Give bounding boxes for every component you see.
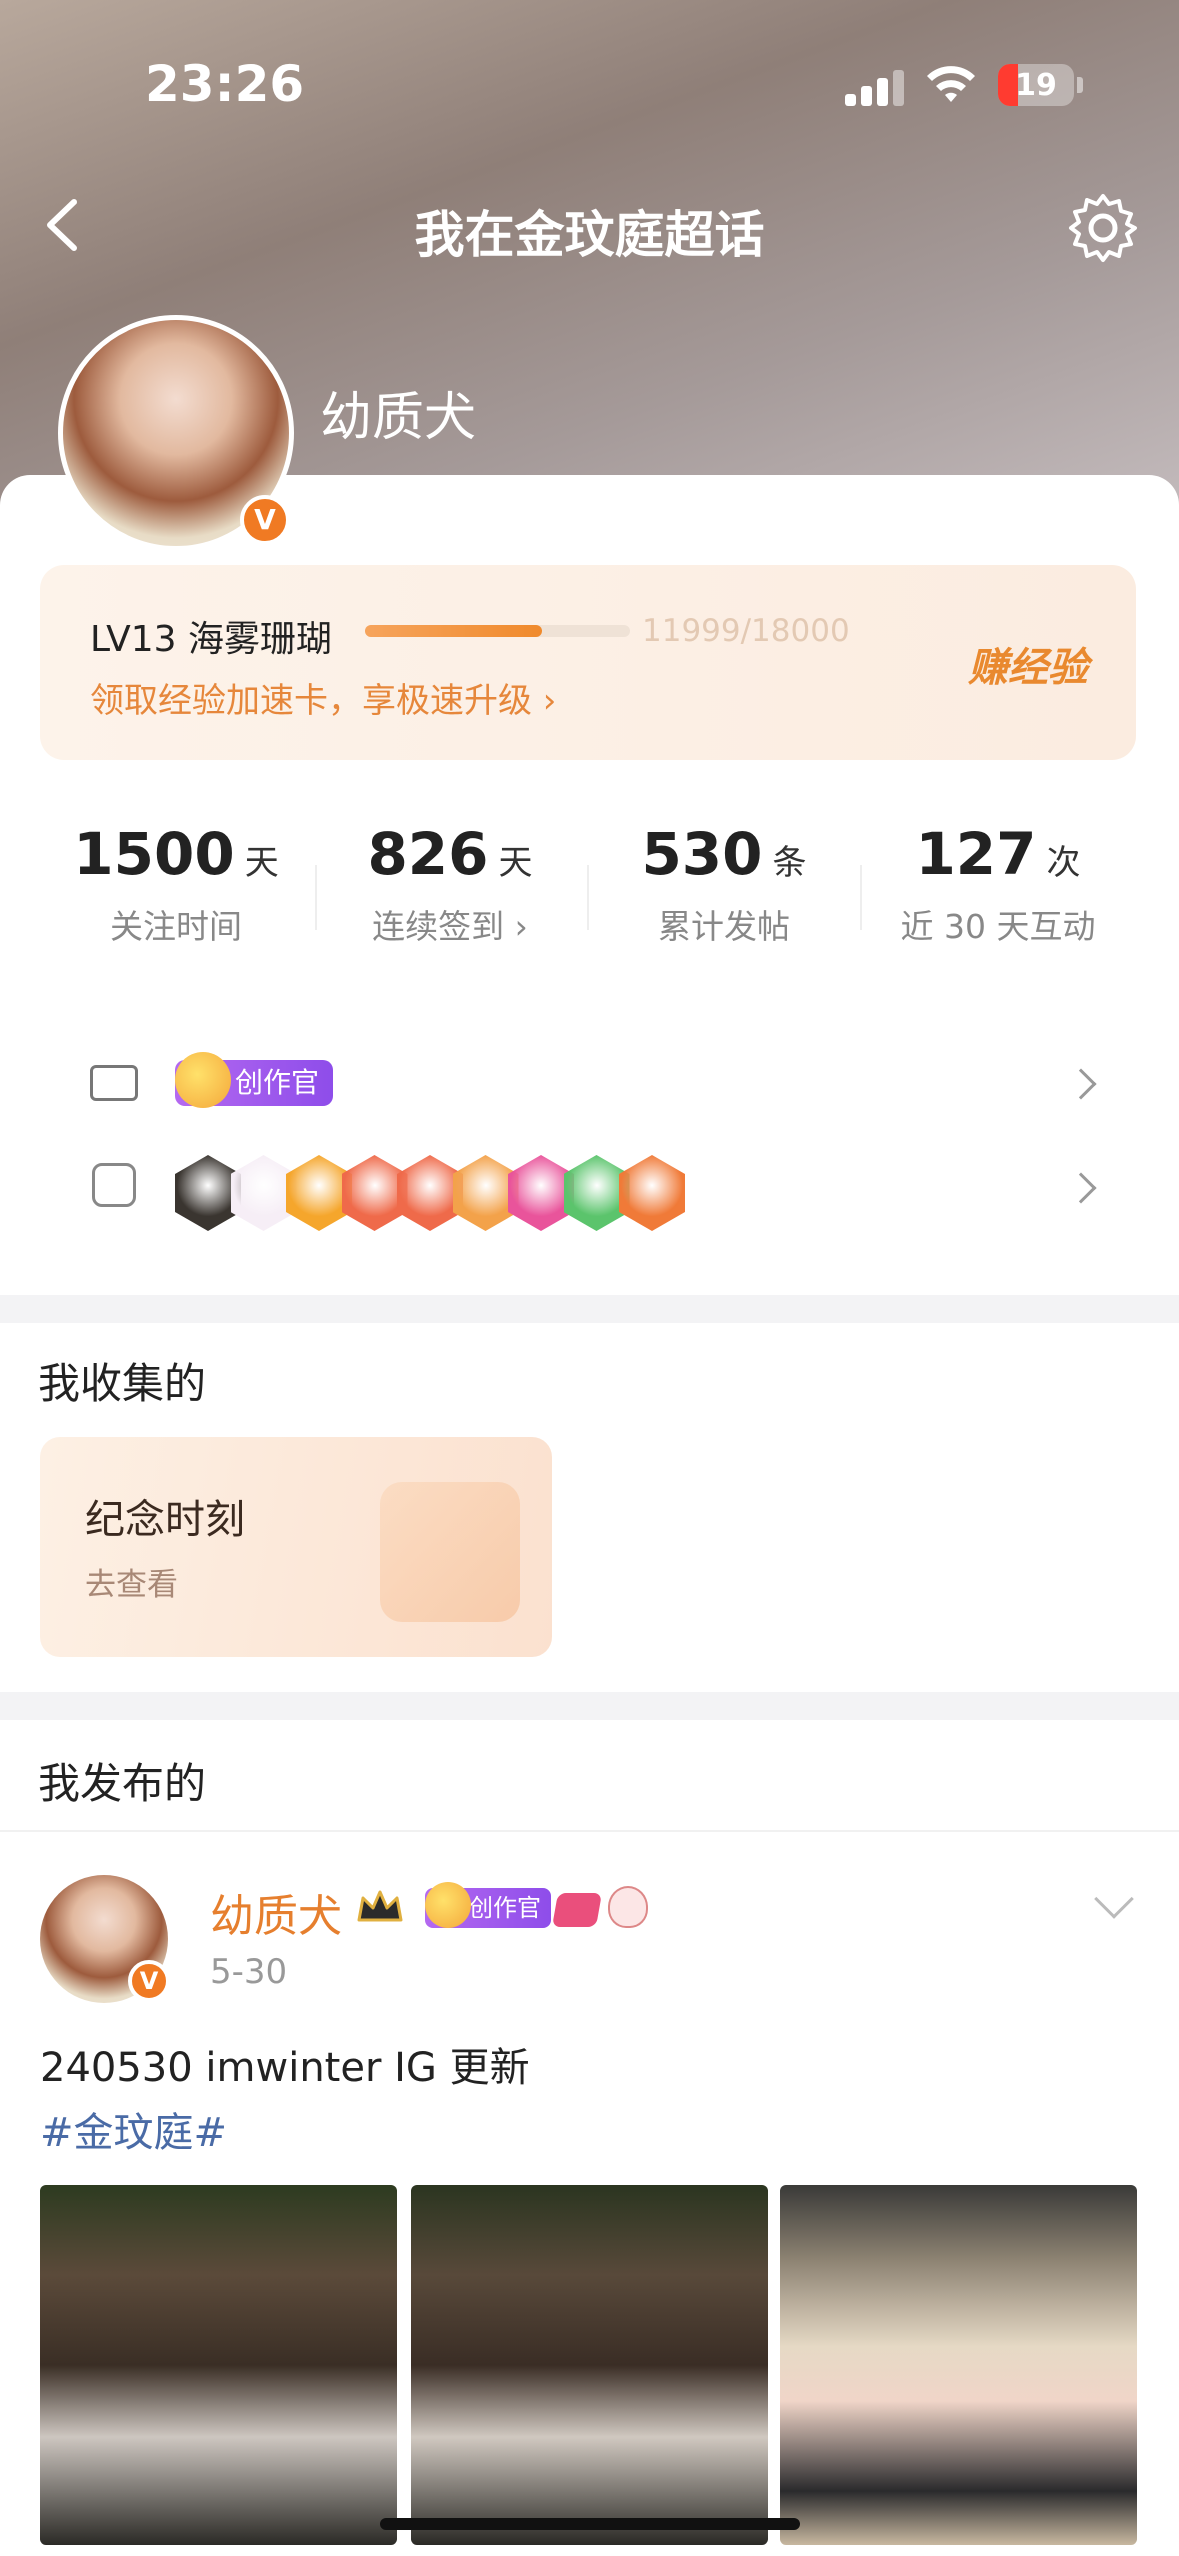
creator-badge-small[interactable]: 创作官: [425, 1882, 551, 1928]
level-title: LV13 海雾珊瑚: [90, 619, 332, 660]
chevron-right-icon[interactable]: [1065, 1172, 1097, 1204]
chevron-down-icon[interactable]: [1094, 1879, 1134, 1919]
stat-label: 近 30 天互动: [900, 907, 1096, 946]
section-divider: [0, 1692, 1179, 1720]
stat-label: 连续签到 ›: [372, 907, 528, 946]
creator-face-icon: [175, 1052, 231, 1108]
level-progress-bar: [365, 625, 630, 637]
stat-label: 关注时间: [110, 907, 242, 946]
stat-posts: 530 条 累计发帖: [588, 820, 860, 948]
creator-face-icon: [425, 1882, 471, 1928]
post-author[interactable]: 幼质犬: [210, 1880, 342, 1944]
stat-value: 127: [915, 820, 1037, 888]
wifi-icon: [927, 66, 975, 102]
badges-card: 创作官: [40, 1015, 1136, 1265]
crown-icon: [357, 1890, 403, 1922]
post-hashtag[interactable]: #金玟庭#: [40, 2100, 227, 2158]
post-text: 240530 imwinter IG 更新: [40, 2045, 530, 2091]
gear-icon[interactable]: [1065, 190, 1141, 266]
level-badge-icon: [552, 1893, 602, 1927]
100-days-medal-icon: [619, 1155, 685, 1231]
stat-checkin-days[interactable]: 826 天 连续签到 ›: [314, 820, 586, 948]
earn-exp-button[interactable]: 赚经验: [968, 635, 1088, 693]
post-image[interactable]: [780, 2185, 1137, 2545]
creator-badge-label: 创作官: [469, 1894, 541, 1922]
stat-value: 1500: [73, 820, 235, 888]
stat-value: 826: [367, 820, 489, 888]
battery-level: 19: [1015, 68, 1057, 103]
creator-badge[interactable]: 创作官: [175, 1052, 334, 1108]
section-title-published: 我发布的: [38, 1759, 207, 1808]
section-divider: [0, 1295, 1179, 1323]
creator-badge-label: 创作官: [235, 1066, 320, 1099]
signal-icon: [845, 70, 905, 106]
id-card-icon: [90, 1065, 138, 1101]
cake-badge-icon: [608, 1886, 648, 1928]
post-image[interactable]: [40, 2185, 397, 2545]
moment-view-link[interactable]: 去查看: [85, 1559, 178, 1604]
divider: [0, 1830, 1179, 1832]
moment-title: 纪念时刻: [85, 1497, 245, 1543]
page-title: 我在金玟庭超话: [414, 206, 765, 264]
status-bar: 23:26 19: [0, 0, 1179, 150]
chevron-right-icon[interactable]: [1065, 1068, 1097, 1100]
home-indicator: [380, 2518, 800, 2530]
profile-name: 幼质犬: [320, 388, 477, 448]
level-progress-fill: [365, 625, 542, 637]
calendar-gem-icon: [380, 1482, 520, 1622]
status-time: 23:26: [145, 55, 305, 113]
stat-label: 累计发帖: [658, 907, 790, 946]
stat-unit: 天: [244, 843, 279, 883]
stat-value: 530: [641, 820, 763, 888]
post-image[interactable]: [411, 2185, 768, 2545]
stats-card: 1500 天 关注时间 826 天 连续签到 › 530 条 累计发帖 127 次 近 …: [40, 790, 1136, 990]
level-card[interactable]: LV13 海雾珊瑚 11999/18000 领取经验加速卡，享极速升级 › 赚经…: [40, 565, 1136, 760]
verified-badge: V: [128, 1960, 170, 2002]
verified-badge: V: [240, 495, 290, 545]
moment-card[interactable]: 纪念时刻 去查看: [40, 1437, 552, 1657]
battery-tip: [1077, 77, 1083, 93]
section-title-collected: 我收集的: [38, 1359, 207, 1408]
medal-icon: [92, 1163, 136, 1207]
stat-interactions: 127 次 近 30 天互动: [862, 820, 1134, 948]
stat-unit: 条: [772, 843, 807, 883]
stat-unit: 天: [498, 843, 533, 883]
stat-follow-days: 1500 天 关注时间: [40, 820, 312, 948]
stat-unit: 次: [1046, 843, 1081, 883]
level-progress-text: 11999/18000: [642, 613, 850, 649]
battery-icon: 19: [998, 64, 1074, 106]
post-date: 5-30: [210, 1952, 288, 1992]
level-promo-link[interactable]: 领取经验加速卡，享极速升级 ›: [90, 673, 556, 722]
